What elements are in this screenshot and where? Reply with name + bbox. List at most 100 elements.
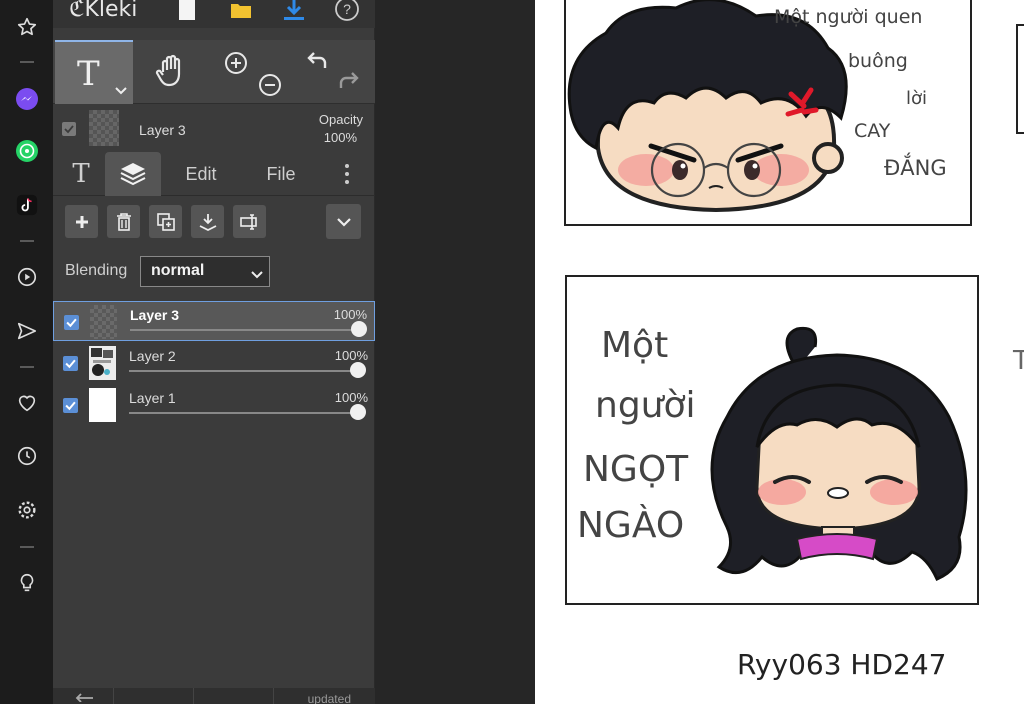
bottom-bar: updated — [53, 688, 375, 704]
duplicate-layer-button[interactable] — [149, 205, 182, 238]
settings-icon[interactable] — [14, 497, 40, 523]
partial-text: T — [1013, 346, 1024, 376]
layers-icon — [120, 163, 146, 186]
help-icon[interactable]: ? — [334, 0, 360, 27]
panel-2-text-line: NGỌT — [583, 449, 689, 490]
add-layer-button[interactable] — [65, 205, 98, 238]
layer-name: Layer 2 — [129, 348, 176, 364]
star-icon[interactable] — [14, 14, 40, 40]
whatsapp-icon[interactable] — [14, 138, 40, 164]
panel-1-text-line: buông — [848, 50, 908, 72]
text-tool-label: T — [77, 54, 100, 94]
top-bar: ℭKleki ? — [53, 0, 375, 28]
kleki-logo-icon: ℭ — [69, 0, 85, 22]
history-icon[interactable] — [14, 443, 40, 469]
updated-status: updated — [307, 692, 351, 704]
drawing-canvas[interactable]: Một người quen buông lời CAY ĐẮNG Một ng… — [535, 0, 1024, 704]
sidebar-separator — [20, 61, 34, 63]
duplicate-icon — [156, 212, 175, 231]
layer-name: Layer 1 — [129, 390, 176, 406]
layer-opacity-slider[interactable] — [129, 370, 359, 372]
svg-text:?: ? — [343, 1, 351, 17]
panel-2-text-line: NGÀO — [577, 505, 685, 546]
trash-icon — [116, 212, 131, 231]
open-folder-icon[interactable] — [229, 0, 253, 25]
sidebar-separator — [20, 546, 34, 548]
layer-opacity: 100% — [334, 390, 368, 405]
angry-boy-illustration — [567, 0, 848, 213]
current-layer-visibility-checkbox[interactable] — [62, 122, 76, 136]
layer-opacity-slider[interactable] — [130, 329, 360, 331]
lightbulb-icon[interactable] — [14, 570, 40, 596]
delete-layer-button[interactable] — [107, 205, 140, 238]
layer-name: Layer 3 — [130, 307, 180, 323]
tab-text[interactable]: T — [61, 152, 101, 196]
zoom-out-icon[interactable] — [257, 72, 283, 103]
blending-value: normal — [151, 262, 205, 279]
kleki-panel: ℭKleki ? T Layer 3 Opacity 100% T Edit F… — [53, 0, 375, 704]
tab-file[interactable]: File — [251, 152, 311, 196]
rename-layer-button[interactable] — [233, 205, 266, 238]
current-layer-header: Layer 3 Opacity 100% — [53, 106, 375, 150]
bottom-bar-segment — [193, 688, 273, 704]
layer-visibility-checkbox[interactable] — [63, 356, 78, 371]
layer-opacity: 100% — [334, 348, 368, 363]
blending-label: Blending — [65, 262, 128, 279]
player-icon[interactable] — [14, 264, 40, 290]
layer-row[interactable]: Layer 1 100% — [53, 385, 375, 425]
layer-row[interactable]: Layer 3 100% — [53, 301, 375, 341]
layer-visibility-checkbox[interactable] — [64, 315, 79, 330]
layer-opacity-handle[interactable] — [350, 362, 366, 378]
blending-control: Blending normal — [65, 256, 375, 288]
heart-icon[interactable] — [14, 390, 40, 416]
download-icon[interactable] — [281, 0, 307, 27]
sidebar-separator — [20, 366, 34, 368]
tool-row: T — [53, 40, 375, 104]
more-options-icon[interactable] — [335, 152, 359, 196]
layer-opacity: 100% — [333, 307, 367, 322]
current-layer-name: Layer 3 — [139, 122, 186, 138]
new-image-icon[interactable] — [177, 0, 197, 25]
plus-icon — [75, 215, 88, 228]
tiktok-icon[interactable] — [14, 192, 40, 218]
tab-layers[interactable] — [105, 152, 161, 196]
text-tool-button[interactable]: T — [55, 40, 133, 104]
panel-2-text-line: Một — [601, 325, 669, 366]
browser-sidebar — [0, 0, 53, 704]
panel-1-text-line: Một người quen — [774, 6, 923, 28]
chevron-down-icon — [251, 266, 263, 284]
bottom-bar-segment — [113, 688, 193, 704]
send-icon[interactable] — [14, 318, 40, 344]
app-logo[interactable]: ℭKleki — [69, 0, 137, 22]
current-layer-thumbnail — [89, 110, 119, 146]
layer-opacity-slider[interactable] — [129, 412, 359, 414]
layer-visibility-checkbox[interactable] — [63, 398, 78, 413]
layer-thumbnail — [89, 346, 116, 380]
collapse-button[interactable] — [326, 204, 361, 239]
back-arrow-icon[interactable] — [73, 688, 95, 704]
panel-1-text-line: CAY — [854, 120, 891, 142]
undo-icon[interactable] — [306, 50, 330, 79]
layer-opacity-handle[interactable] — [350, 404, 366, 420]
tab-edit[interactable]: Edit — [171, 152, 231, 196]
merge-down-button[interactable] — [191, 205, 224, 238]
app-name: Kleki — [84, 0, 138, 22]
panel-1-text-line: lời — [906, 88, 928, 109]
messenger-icon[interactable] — [14, 86, 40, 112]
chevron-down-icon — [336, 217, 351, 227]
comic-panel-1: Một người quen buông lời CAY ĐẮNG — [564, 0, 972, 226]
zoom-in-icon[interactable] — [223, 50, 249, 81]
layer-actions — [53, 204, 375, 245]
blending-select[interactable]: normal — [140, 256, 270, 287]
rename-icon — [239, 213, 257, 230]
sidebar-separator — [20, 240, 34, 242]
layer-row[interactable]: Layer 2 100% — [53, 343, 375, 383]
panel-1-text-line: ĐẮNG — [884, 156, 947, 180]
chevron-down-icon[interactable] — [115, 82, 127, 100]
hand-tool-icon[interactable] — [155, 54, 189, 95]
layer-thumbnail — [90, 305, 117, 339]
redo-icon[interactable] — [336, 70, 360, 99]
layer-opacity-handle[interactable] — [351, 321, 367, 337]
merge-down-icon — [199, 213, 216, 231]
panel-tabs: T Edit File — [53, 152, 375, 196]
